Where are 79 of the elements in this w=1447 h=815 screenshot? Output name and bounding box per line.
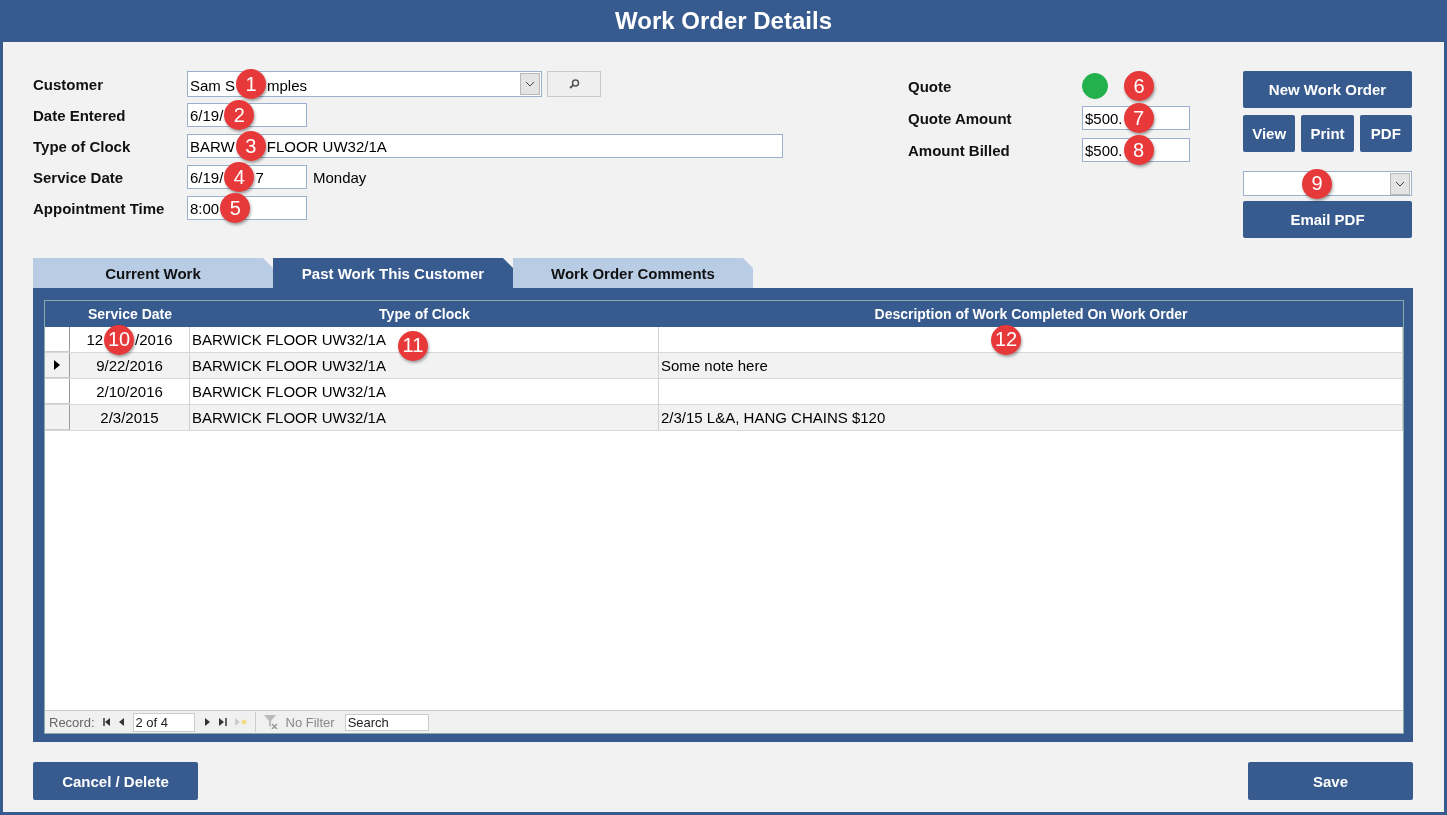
field-text: 7 xyxy=(255,168,264,186)
callout-badge: 6 xyxy=(1124,71,1154,101)
callout-badge: 7 xyxy=(1123,103,1154,133)
callout-badge: 4 xyxy=(224,162,255,192)
table-cell: Some note here xyxy=(661,357,768,374)
callout-badge: 3 xyxy=(235,131,266,161)
field-text: 6/19/ xyxy=(190,168,224,186)
last-record-icon[interactable] xyxy=(218,718,227,726)
table-cell: BARWICK FLOOR UW32/1A xyxy=(192,331,386,348)
callout-badge: 2 xyxy=(224,100,255,130)
tab[interactable]: Current Work xyxy=(33,258,273,288)
cancel-delete-button[interactable]: Cancel / Delete xyxy=(33,762,198,800)
filter-icon xyxy=(263,715,278,729)
search-icon xyxy=(568,79,580,89)
email-pdf-button[interactable]: Email PDF xyxy=(1243,201,1412,238)
table-cell: /2016 xyxy=(135,331,173,348)
field-label: Amount Billed xyxy=(908,141,1011,159)
column-header[interactable]: Type of Clock xyxy=(190,301,659,327)
field-text: mples xyxy=(267,76,308,94)
weekday-text: Monday xyxy=(313,168,367,186)
field-text: 8:00 xyxy=(190,199,220,217)
field-text: 6/19/ xyxy=(190,106,224,124)
input-field[interactable]: 8:00 5 xyxy=(187,196,307,220)
previous-record-icon[interactable] xyxy=(118,718,125,726)
table-cell: BARWICK FLOOR UW32/1A xyxy=(192,383,386,400)
field-label: Date Entered xyxy=(33,106,127,124)
window-title: Work Order Details xyxy=(615,7,832,35)
customer-combo[interactable]: Sam S 1 mples xyxy=(187,71,542,97)
table-cell: 12 xyxy=(86,331,104,348)
field-text: $500. xyxy=(1085,109,1123,127)
new-work-order-button[interactable]: New Work Order xyxy=(1243,71,1412,108)
field-text: $500. xyxy=(1085,141,1123,159)
input-field[interactable]: 6/19/ 2 xyxy=(187,103,307,127)
field-label: Customer xyxy=(33,75,104,93)
first-record-icon[interactable] xyxy=(102,718,111,726)
table-cell: 2/10/2016 xyxy=(96,383,163,400)
table-cell: 9/22/2016 xyxy=(96,357,163,374)
dropdown-button[interactable] xyxy=(1390,172,1410,195)
table-cell: 2/3/2015 xyxy=(100,409,159,426)
search-field[interactable]: Search xyxy=(344,713,429,731)
record-selector[interactable] xyxy=(45,353,70,378)
input-field[interactable]: $500. 8 xyxy=(1082,138,1190,162)
record-number-field[interactable]: 2 of 4 xyxy=(132,712,195,732)
save-button[interactable]: Save xyxy=(1248,762,1413,800)
input-field[interactable]: BARW 3 FLOOR UW32/1A xyxy=(187,134,783,158)
field-label: Service Date xyxy=(33,168,125,186)
search-button[interactable] xyxy=(547,71,601,97)
field-label: Type of Clock xyxy=(33,137,132,155)
field-label: Quote xyxy=(908,77,953,95)
callout-badge: 8 xyxy=(1123,135,1154,165)
dropdown-field[interactable]: 9 xyxy=(1243,171,1412,196)
action-button[interactable]: Print xyxy=(1301,115,1354,152)
action-button[interactable]: View xyxy=(1243,115,1296,152)
tab[interactable]: Work Order Comments xyxy=(513,258,753,288)
field-text: BARW xyxy=(190,137,235,155)
input-field[interactable]: $500. 7 xyxy=(1082,106,1190,130)
callout-badge: 9 xyxy=(1302,168,1332,199)
column-header[interactable]: Description of Work Completed On Work Order xyxy=(659,301,1403,327)
chevron-icon xyxy=(525,81,535,87)
chevron-icon xyxy=(1395,180,1405,187)
next-record-icon[interactable] xyxy=(204,718,211,726)
column-header[interactable]: Service Date xyxy=(70,301,190,327)
field-label: Quote Amount xyxy=(908,109,1013,127)
callout-badge: 12 xyxy=(991,324,1021,355)
callout-badge: 1 xyxy=(236,69,266,99)
callout-badge: 10 xyxy=(104,324,135,355)
action-button[interactable]: PDF xyxy=(1359,115,1412,152)
field-label: Appointment Time xyxy=(33,199,166,217)
input-field[interactable]: 6/19/ 4 7 xyxy=(187,165,307,189)
navigator-label: Record: xyxy=(49,714,95,730)
callout-badge: 5 xyxy=(220,193,251,223)
table-cell: BARWICK FLOOR UW32/1A xyxy=(192,409,386,426)
field-text: Sam S xyxy=(190,76,235,94)
field-text: FLOOR UW32/1A xyxy=(266,137,387,155)
table-cell: BARWICK FLOOR UW32/1A xyxy=(192,357,386,374)
tab[interactable]: Past Work This Customer xyxy=(273,258,513,288)
current-record-icon xyxy=(54,360,60,370)
callout-badge: 11 xyxy=(397,330,428,361)
table-cell: 2/3/15 L&A, HANG CHAINS $120 xyxy=(661,409,886,426)
